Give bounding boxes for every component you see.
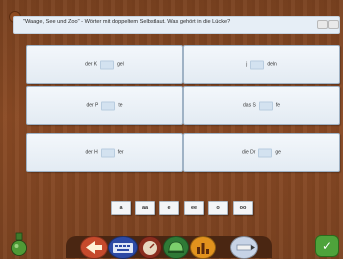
word-card-4[interactable]: das S fe (183, 86, 340, 125)
word-card-5[interactable]: der H fer (26, 133, 183, 172)
gap-slot[interactable] (100, 148, 115, 157)
word-start: der P (86, 102, 99, 109)
word-card-6[interactable]: die Dr ge (183, 133, 340, 172)
choice-tile-a[interactable]: a (111, 201, 131, 215)
word-card-2[interactable]: j deln (183, 45, 340, 84)
word-start: j (246, 61, 248, 68)
word-end: ge (275, 149, 281, 156)
word-card-3[interactable]: der P te (26, 86, 183, 125)
chart-icon[interactable] (190, 236, 216, 259)
word-end: fe (275, 102, 280, 109)
back-arrow-icon[interactable] (80, 236, 108, 259)
word-end: te (118, 102, 123, 109)
choice-tile-oo[interactable]: oo (233, 201, 253, 215)
helmet-icon[interactable] (163, 236, 189, 259)
minimize-button[interactable] (317, 20, 328, 29)
gap-slot[interactable] (100, 60, 115, 69)
gap-slot[interactable] (101, 101, 116, 110)
close-button[interactable] (328, 20, 339, 29)
choice-tile-e[interactable]: e (159, 201, 179, 215)
word-end: gel (117, 61, 124, 68)
pencil-icon[interactable] (230, 236, 258, 259)
word-end: deln (267, 61, 277, 68)
check-icon[interactable]: ✓ (315, 235, 339, 257)
gap-slot[interactable] (258, 101, 273, 110)
gap-slot[interactable] (250, 60, 265, 69)
keyboard-icon[interactable] (108, 236, 138, 259)
choice-tile-ee[interactable]: ee (184, 201, 204, 215)
potion-flask-icon[interactable] (10, 232, 28, 256)
meter-icon[interactable] (138, 236, 162, 259)
word-start: das S (243, 102, 256, 109)
word-card-1[interactable]: der K gel (26, 45, 183, 84)
word-end: fer (117, 149, 124, 156)
choice-tile-o[interactable]: o (208, 201, 228, 215)
word-start: der H (85, 149, 98, 156)
word-start: der K (85, 61, 98, 68)
gap-slot[interactable] (258, 148, 273, 157)
choice-tile-aa[interactable]: aa (135, 201, 155, 215)
wood-background (0, 0, 343, 259)
instruction-bar: "Waage, See und Zoo" - Wörter mit doppel… (13, 16, 340, 34)
instruction-text: "Waage, See und Zoo" - Wörter mit doppel… (23, 19, 231, 25)
word-start: die Dr (242, 149, 256, 156)
